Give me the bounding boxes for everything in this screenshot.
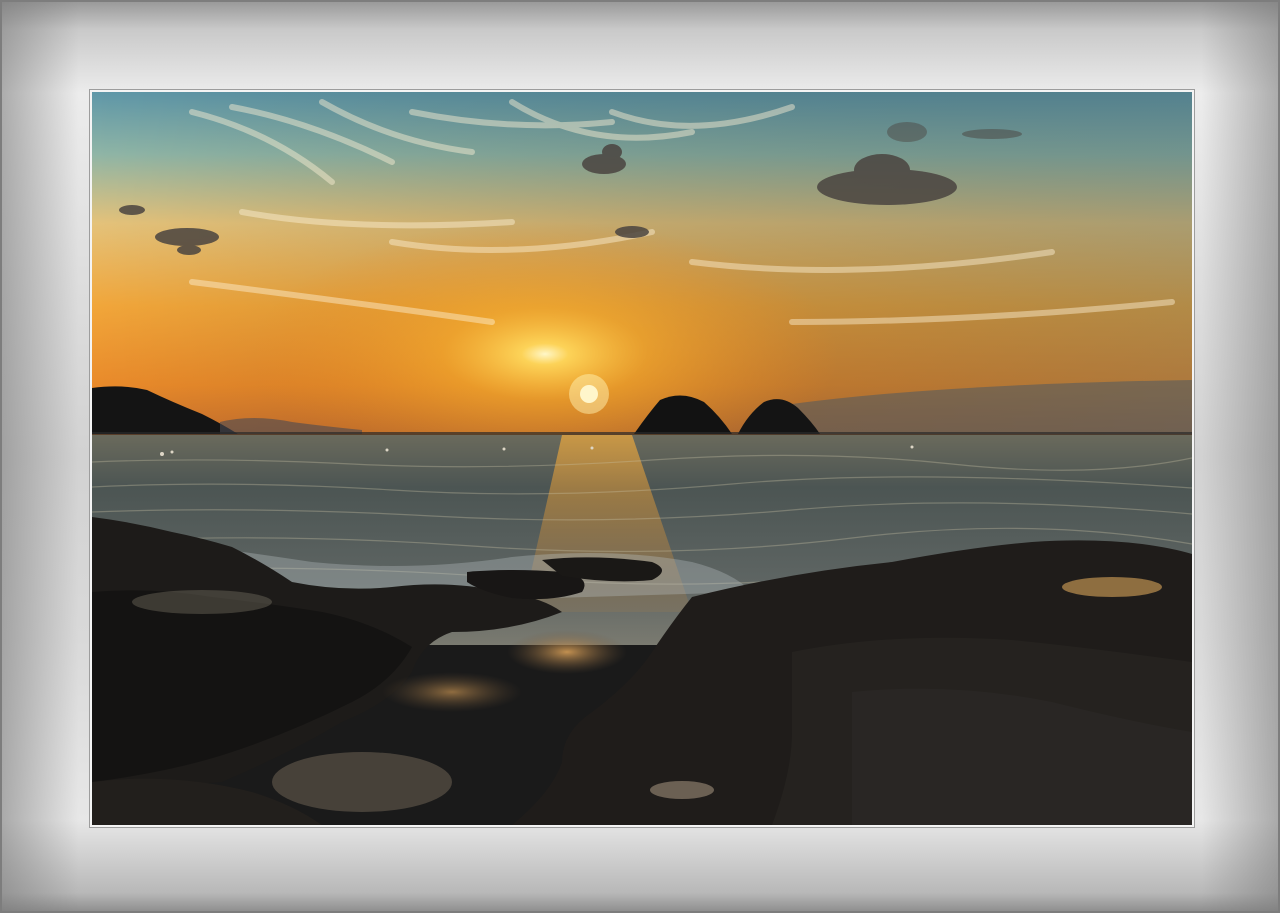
sunset-seascape-photo — [92, 92, 1192, 825]
picture-frame — [0, 0, 1280, 913]
photo — [90, 90, 1194, 827]
